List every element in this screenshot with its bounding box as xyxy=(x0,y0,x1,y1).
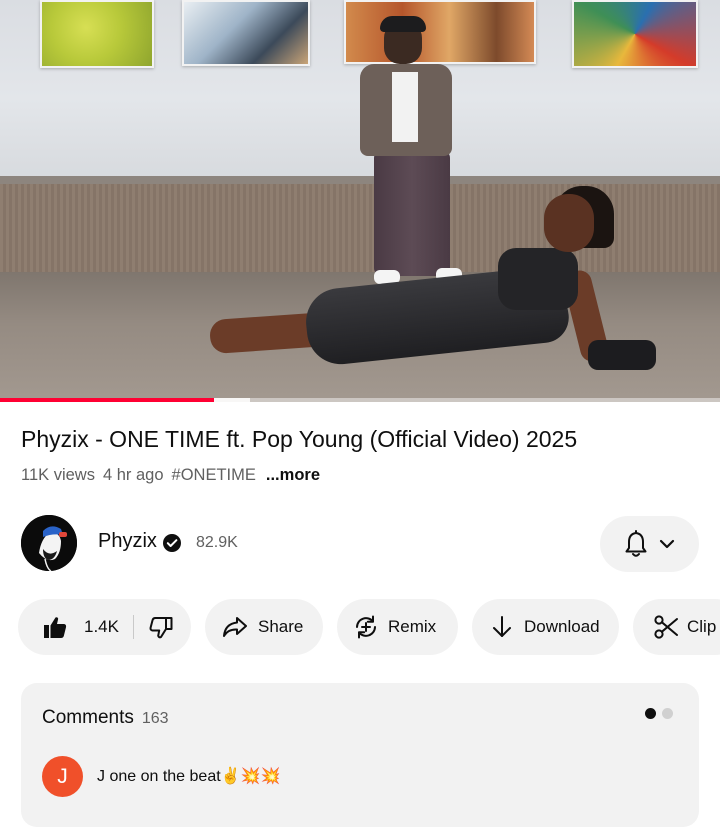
video-title[interactable]: Phyzix - ONE TIME ft. Pop Young (Officia… xyxy=(21,424,701,454)
bell-icon xyxy=(625,530,646,557)
comments-count: 163 xyxy=(141,710,169,727)
video-frame-painting xyxy=(182,0,310,66)
remix-icon xyxy=(356,615,376,639)
comments-header: Comments 163 xyxy=(42,707,169,729)
subscribed-notifications-button[interactable] xyxy=(600,516,699,572)
chevron-down-icon xyxy=(659,539,674,549)
channel-name[interactable]: Phyzix xyxy=(98,530,157,553)
like-divider xyxy=(132,615,134,639)
verified-badge-icon xyxy=(163,534,181,552)
download-button[interactable]: Download xyxy=(472,599,619,655)
top-comment-text: J one on the beat✌️💥💥 xyxy=(97,768,281,785)
more-button[interactable]: ...more xyxy=(266,466,320,485)
video-frame-woman xyxy=(208,186,658,376)
view-count: 11K views xyxy=(21,466,95,484)
share-icon xyxy=(223,617,247,637)
video-meta[interactable]: 11K views 4 hr ago #ONETIME ...more xyxy=(21,466,320,485)
video-player[interactable] xyxy=(0,0,720,402)
commenter-avatar[interactable]: J xyxy=(42,756,83,797)
channel-avatar-image xyxy=(21,515,77,571)
like-count[interactable]: 1.4K xyxy=(84,617,119,637)
upload-age: 4 hr ago xyxy=(102,466,164,484)
action-bar: 1.4K Share Remix Download Clip xyxy=(0,598,720,656)
channel-row: Phyzix 82.9K xyxy=(0,514,720,574)
carousel-dot-inactive xyxy=(662,708,673,719)
like-dislike-group: 1.4K xyxy=(18,599,191,655)
scissors-icon xyxy=(654,615,678,639)
download-label: Download xyxy=(524,617,600,636)
download-icon xyxy=(493,616,511,637)
carousel-dot-active xyxy=(645,708,656,719)
clip-label: Clip xyxy=(687,617,717,636)
remix-label: Remix xyxy=(388,617,437,636)
video-frame-painting xyxy=(40,0,154,68)
hashtag-link[interactable]: #ONETIME xyxy=(172,466,256,485)
share-label: Share xyxy=(258,617,304,636)
share-button[interactable]: Share xyxy=(205,599,323,655)
thumbs-down-icon[interactable] xyxy=(148,614,174,640)
comments-card[interactable]: Comments 163 J J one on the beat✌️💥💥 xyxy=(21,683,699,827)
channel-avatar[interactable] xyxy=(21,515,77,571)
video-frame-painting xyxy=(572,0,698,68)
clip-button[interactable]: Clip xyxy=(633,599,720,655)
remix-button[interactable]: Remix xyxy=(337,599,458,655)
thumbs-up-icon[interactable] xyxy=(42,614,68,640)
video-info-sheet: Phyzix - ONE TIME ft. Pop Young (Officia… xyxy=(0,402,720,832)
subscriber-count: 82.9K xyxy=(196,534,238,551)
comments-title: Comments xyxy=(42,707,134,728)
carousel-dots xyxy=(645,708,673,719)
